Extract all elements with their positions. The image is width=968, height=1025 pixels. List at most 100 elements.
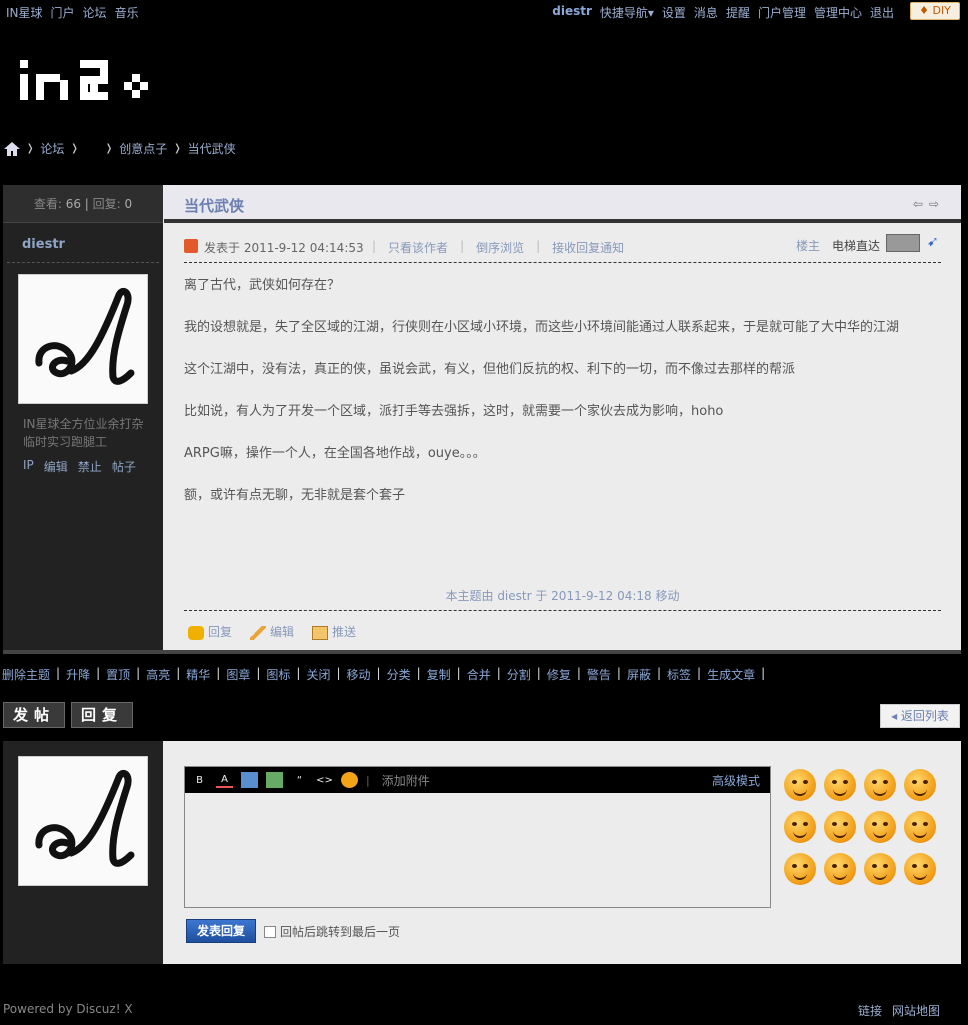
- next-thread-icon[interactable]: ⇨: [929, 197, 939, 211]
- smiley-icon[interactable]: [784, 811, 816, 843]
- link-icon[interactable]: [266, 772, 283, 788]
- breadcrumb-creative-ideas[interactable]: 创意点子: [119, 140, 167, 157]
- breadcrumb-current-thread[interactable]: 当代武侠: [188, 140, 236, 157]
- reverse-order-link[interactable]: 倒序浏览: [476, 239, 524, 256]
- smiley-icon[interactable]: [864, 769, 896, 801]
- mod-action-link[interactable]: 合并: [467, 666, 491, 683]
- author-actions: IP 编辑 禁止 帖子: [23, 458, 136, 475]
- nav-link-music[interactable]: 音乐: [115, 4, 139, 21]
- add-attachment-link[interactable]: 添加附件: [382, 772, 430, 789]
- reply-button[interactable]: 回复: [71, 702, 133, 728]
- push-action[interactable]: 推送: [312, 623, 356, 640]
- floor-go-icon[interactable]: ➹: [927, 234, 939, 250]
- smiley-icon[interactable]: [824, 853, 856, 885]
- jump-last-page-option[interactable]: 回帖后跳转到最后一页: [264, 923, 400, 940]
- portal-admin-link[interactable]: 门户管理: [758, 4, 806, 21]
- settings-link[interactable]: 设置: [662, 4, 686, 21]
- floor-jump-input[interactable]: [886, 234, 920, 252]
- mod-separator: |: [296, 666, 301, 680]
- submit-reply-button[interactable]: 发表回复: [186, 919, 256, 943]
- mod-action-link[interactable]: 警告: [587, 666, 611, 683]
- author-ban-link[interactable]: 禁止: [78, 458, 102, 475]
- smiley-panel: [784, 769, 944, 885]
- smiley-icon[interactable]: [784, 853, 816, 885]
- mod-separator: |: [456, 666, 461, 680]
- site-logo[interactable]: [20, 60, 152, 105]
- smiley-icon[interactable]: [824, 811, 856, 843]
- mod-action-link[interactable]: 分类: [387, 666, 411, 683]
- diy-button[interactable]: ♦ DIY: [910, 2, 960, 20]
- mod-action-link[interactable]: 置顶: [106, 666, 130, 683]
- avatar[interactable]: [18, 274, 148, 404]
- nav-link-in-planet[interactable]: IN星球: [6, 4, 43, 21]
- nav-link-portal[interactable]: 门户: [51, 4, 75, 21]
- author-posts-link[interactable]: 帖子: [112, 458, 136, 475]
- admin-center-link[interactable]: 管理中心: [814, 4, 862, 21]
- quick-nav-menu[interactable]: 快捷导航▾: [600, 4, 654, 21]
- smiley-icon[interactable]: [864, 853, 896, 885]
- mod-separator: |: [616, 666, 621, 680]
- code-icon[interactable]: <>: [316, 772, 333, 788]
- quote-icon[interactable]: “: [291, 772, 308, 788]
- mod-separator: |: [496, 666, 501, 680]
- mod-action-link[interactable]: 高亮: [146, 666, 170, 683]
- font-color-icon[interactable]: A: [216, 772, 233, 788]
- diy-label: DIY: [932, 4, 951, 17]
- home-icon[interactable]: [4, 141, 20, 156]
- jump-last-page-checkbox[interactable]: [264, 925, 276, 938]
- moderation-bar: 删除主题 | 升降 | 置顶 | 高亮 | 精华 | 图章 | 图标 | 关闭 | 移动 | 分类 | 复制 | 合并 | 分割…: [2, 666, 765, 683]
- mod-action-link[interactable]: 升降: [66, 666, 90, 683]
- post-paragraph: 我的设想就是，失了全区域的江湖，行侠则在小区域小环境，而这些小环境间能通过人联系…: [184, 320, 900, 335]
- reply-action[interactable]: 回复: [188, 623, 232, 640]
- mod-action-link[interactable]: 分割: [507, 666, 531, 683]
- username-link[interactable]: diestr: [552, 4, 592, 21]
- footer-link-sitemap[interactable]: 网站地图: [892, 1002, 940, 1019]
- image-icon[interactable]: [241, 772, 258, 788]
- prev-thread-icon[interactable]: ⇦: [913, 197, 923, 211]
- mod-action-link[interactable]: 标签: [667, 666, 691, 683]
- mod-separator: |: [56, 666, 61, 680]
- smiley-icon[interactable]: [904, 853, 936, 885]
- edit-action[interactable]: 编辑: [250, 623, 294, 640]
- author-name[interactable]: diestr: [7, 223, 159, 263]
- smiley-icon[interactable]: [904, 811, 936, 843]
- smiley-icon[interactable]: [864, 811, 896, 843]
- mod-action-link[interactable]: 精华: [186, 666, 210, 683]
- mod-action-link[interactable]: 修复: [547, 666, 571, 683]
- mod-action-link[interactable]: 生成文章: [707, 666, 755, 683]
- reply-textarea[interactable]: [185, 793, 770, 907]
- mod-action-link[interactable]: 复制: [427, 666, 451, 683]
- mod-separator: |: [136, 666, 141, 680]
- mod-action-link[interactable]: 移动: [347, 666, 371, 683]
- mod-action-link[interactable]: 删除主题: [2, 666, 50, 683]
- post-paragraph: 这个江湖中，没有法，真正的侠，虽说会武，有义，但他们反抗的权、利下的一切，而不像…: [184, 362, 796, 377]
- back-to-list-button[interactable]: ◂ 返回列表: [880, 704, 960, 728]
- messages-link[interactable]: 消息: [694, 4, 718, 21]
- smiley-icon[interactable]: [904, 769, 936, 801]
- floor-label[interactable]: 楼主: [796, 237, 820, 254]
- reply-notify-link[interactable]: 接收回复通知: [552, 239, 624, 256]
- notifications-link[interactable]: 提醒: [726, 4, 750, 21]
- author-ip-link[interactable]: IP: [23, 458, 34, 475]
- pencil-icon: [250, 625, 267, 640]
- post-body: 离了古代，武侠如何存在？ 我的设想就是，失了全区域的江湖，行侠则在小区域小环境，…: [184, 275, 944, 527]
- logout-link[interactable]: 退出: [870, 4, 894, 21]
- mod-action-link[interactable]: 图章: [226, 666, 250, 683]
- author-only-link[interactable]: 只看该作者: [388, 239, 448, 256]
- mod-action-link[interactable]: 图标: [266, 666, 290, 683]
- logo-pixel-art: [20, 60, 148, 100]
- smiley-icon[interactable]: [824, 769, 856, 801]
- smiley-icon[interactable]: [784, 769, 816, 801]
- avatar-image: [35, 769, 135, 867]
- smiley-icon[interactable]: [341, 772, 358, 788]
- advanced-mode-link[interactable]: 高级模式: [712, 772, 760, 789]
- mod-action-link[interactable]: 关闭: [306, 666, 330, 683]
- mod-separator: |: [536, 666, 541, 680]
- nav-link-forum[interactable]: 论坛: [83, 4, 107, 21]
- author-edit-link[interactable]: 编辑: [44, 458, 68, 475]
- footer-link-links[interactable]: 链接: [858, 1002, 882, 1019]
- breadcrumb-forum[interactable]: 论坛: [40, 140, 64, 157]
- bold-icon[interactable]: B: [191, 772, 208, 788]
- mod-action-link[interactable]: 屏蔽: [627, 666, 651, 683]
- new-topic-button[interactable]: 发帖: [3, 702, 65, 728]
